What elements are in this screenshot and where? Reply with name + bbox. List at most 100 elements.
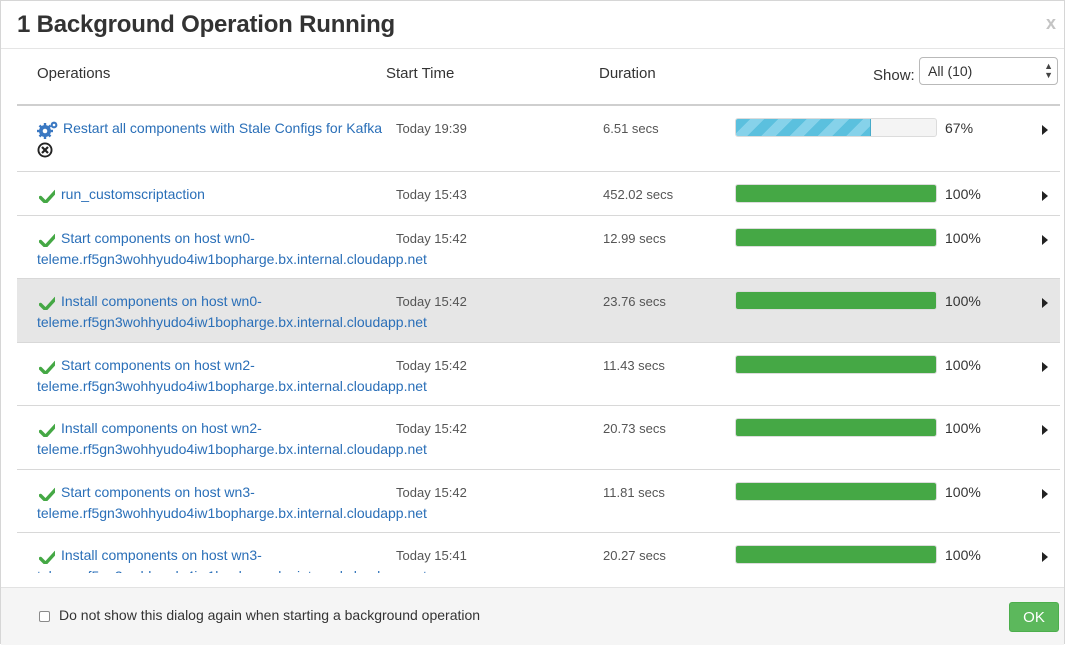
show-filter-label: Show: — [873, 67, 915, 84]
operation-row[interactable]: Install components on host wn0- teleme.rf… — [17, 279, 1060, 343]
operation-row[interactable]: Start components on host wn3- teleme.rf5g… — [17, 470, 1060, 533]
operation-duration: 6.51 secs — [603, 121, 659, 136]
operation-name-link[interactable]: Restart all components with Stale Config… — [63, 118, 423, 139]
operation-name-line2: teleme.rf5gn3wohhyudo4iw1bopharge.bx.int… — [37, 378, 427, 394]
operation-duration: 11.43 secs — [603, 358, 665, 373]
operation-start-time: Today 15:42 — [396, 358, 467, 373]
progress-bar-fill — [736, 185, 936, 202]
operation-name-line2: teleme.rf5gn3wohhyudo4iw1bopharge.bx.int… — [37, 251, 427, 267]
show-filter-select[interactable]: All (10) ▲ ▼ — [919, 57, 1058, 85]
operation-duration: 452.02 secs — [603, 187, 674, 202]
operation-start-time: Today 15:41 — [396, 548, 467, 563]
check-icon — [39, 296, 55, 310]
operation-start-time: Today 15:42 — [396, 421, 467, 436]
progress-bar-fill — [736, 546, 936, 563]
operation-name-link[interactable]: Start components on host wn3- teleme.rf5g… — [37, 482, 427, 524]
progress-bar — [735, 184, 937, 203]
progress-percent: 67% — [945, 120, 974, 136]
expand-arrow-icon[interactable] — [1042, 125, 1048, 135]
column-header-operations: Operations — [37, 65, 111, 82]
progress-bar-fill — [736, 356, 936, 373]
operation-start-time: Today 15:42 — [396, 294, 467, 309]
progress-percent: 100% — [945, 357, 981, 373]
progress-bar — [735, 118, 937, 137]
progress-bar — [735, 228, 937, 247]
operation-duration: 23.76 secs — [603, 294, 666, 309]
operation-name-link[interactable]: Start components on host wn2- teleme.rf5g… — [37, 355, 427, 397]
cancel-operation-icon[interactable] — [37, 142, 53, 158]
expand-arrow-icon[interactable] — [1042, 298, 1048, 308]
operation-name-line1: Start components on host wn3- — [61, 484, 255, 500]
operation-name-line1: Install components on host wn0- — [61, 293, 262, 309]
column-header-duration: Duration — [599, 65, 656, 82]
operation-name-link[interactable]: run_customscriptaction — [61, 184, 421, 205]
dialog-footer: Do not show this dialog again when start… — [1, 587, 1064, 645]
operation-row[interactable]: Install components on host wn2- teleme.rf… — [17, 406, 1060, 470]
dialog-header: 1 Background Operation Running x — [1, 1, 1064, 49]
expand-arrow-icon[interactable] — [1042, 362, 1048, 372]
operation-name-line2: teleme.rf5gn3wohhyudo4iw1bopharge.bx.int… — [37, 314, 427, 330]
progress-percent: 100% — [945, 484, 981, 500]
progress-bar-fill — [736, 292, 936, 309]
check-icon — [39, 189, 55, 203]
operation-name-line1: Start components on host wn0- — [61, 230, 255, 246]
operation-duration: 20.27 secs — [603, 548, 666, 563]
progress-bar — [735, 545, 937, 564]
gears-icon — [37, 121, 58, 139]
expand-arrow-icon[interactable] — [1042, 425, 1048, 435]
operation-name-link[interactable]: Install components on host wn3- teleme.rf… — [37, 545, 427, 573]
select-arrows-icon: ▲ ▼ — [1044, 61, 1053, 80]
background-operations-dialog: 1 Background Operation Running x Operati… — [0, 0, 1065, 645]
operation-name-line2: teleme.rf5gn3wohhyudo4iw1bopharge.bx.int… — [37, 505, 427, 521]
check-icon — [39, 423, 55, 437]
operation-name-line2: teleme.rf5gn3wohhyudo4iw1bopharge.bx.int… — [37, 441, 427, 457]
check-icon — [39, 360, 55, 374]
operation-name-link[interactable]: Start components on host wn0- teleme.rf5g… — [37, 228, 427, 270]
operation-row[interactable]: run_customscriptaction Today 15:43 452.02 … — [17, 172, 1060, 216]
progress-percent: 100% — [945, 293, 981, 309]
operation-row[interactable]: Start components on host wn2- teleme.rf5g… — [17, 343, 1060, 406]
operation-duration: 20.73 secs — [603, 421, 666, 436]
operation-row[interactable]: Start components on host wn0- teleme.rf5g… — [17, 216, 1060, 279]
operation-name-line1: Restart all components with Stale Config… — [63, 120, 383, 136]
operation-start-time: Today 15:43 — [396, 187, 467, 202]
operation-row[interactable]: Restart all components with Stale Config… — [17, 106, 1060, 172]
progress-bar-fill — [736, 483, 936, 500]
dialog-title: 1 Background Operation Running — [17, 11, 396, 38]
column-header-start-time: Start Time — [386, 65, 455, 82]
operation-start-time: Today 15:42 — [396, 485, 467, 500]
progress-percent: 100% — [945, 230, 981, 246]
expand-arrow-icon[interactable] — [1042, 191, 1048, 201]
operation-name-line1: run_customscriptaction — [61, 186, 205, 202]
ok-button[interactable]: OK — [1009, 602, 1059, 632]
operation-start-time: Today 19:39 — [396, 121, 467, 136]
progress-bar — [735, 418, 937, 437]
check-icon — [39, 550, 55, 564]
progress-bar — [735, 482, 937, 501]
progress-bar — [735, 291, 937, 310]
operation-duration: 12.99 secs — [603, 231, 666, 246]
do-not-show-checkbox[interactable] — [39, 611, 50, 622]
progress-percent: 100% — [945, 420, 981, 436]
progress-percent: 100% — [945, 547, 981, 563]
operation-name-link[interactable]: Install components on host wn2- teleme.rf… — [37, 418, 427, 460]
operation-name-line1: Install components on host wn3- — [61, 547, 262, 563]
operation-name-line2: teleme.rf5gn3wohhyudo4iw1bopharge.bx.int… — [37, 566, 427, 573]
expand-arrow-icon[interactable] — [1042, 235, 1048, 245]
progress-bar-fill — [736, 419, 936, 436]
progress-bar — [735, 355, 937, 374]
operation-duration: 11.81 secs — [603, 485, 665, 500]
operation-name-line1: Start components on host wn2- — [61, 357, 255, 373]
progress-bar-fill — [736, 229, 936, 246]
operation-name-line1: Install components on host wn2- — [61, 420, 262, 436]
do-not-show-label[interactable]: Do not show this dialog again when start… — [59, 607, 480, 623]
close-icon[interactable]: x — [1046, 13, 1056, 34]
operation-start-time: Today 15:42 — [396, 231, 467, 246]
show-filter-value: All (10) — [928, 63, 973, 79]
expand-arrow-icon[interactable] — [1042, 552, 1048, 562]
check-icon — [39, 233, 55, 247]
operation-row[interactable]: Install components on host wn3- teleme.rf… — [17, 533, 1060, 573]
operation-name-link[interactable]: Install components on host wn0- teleme.rf… — [37, 291, 427, 333]
expand-arrow-icon[interactable] — [1042, 489, 1048, 499]
progress-percent: 100% — [945, 186, 981, 202]
